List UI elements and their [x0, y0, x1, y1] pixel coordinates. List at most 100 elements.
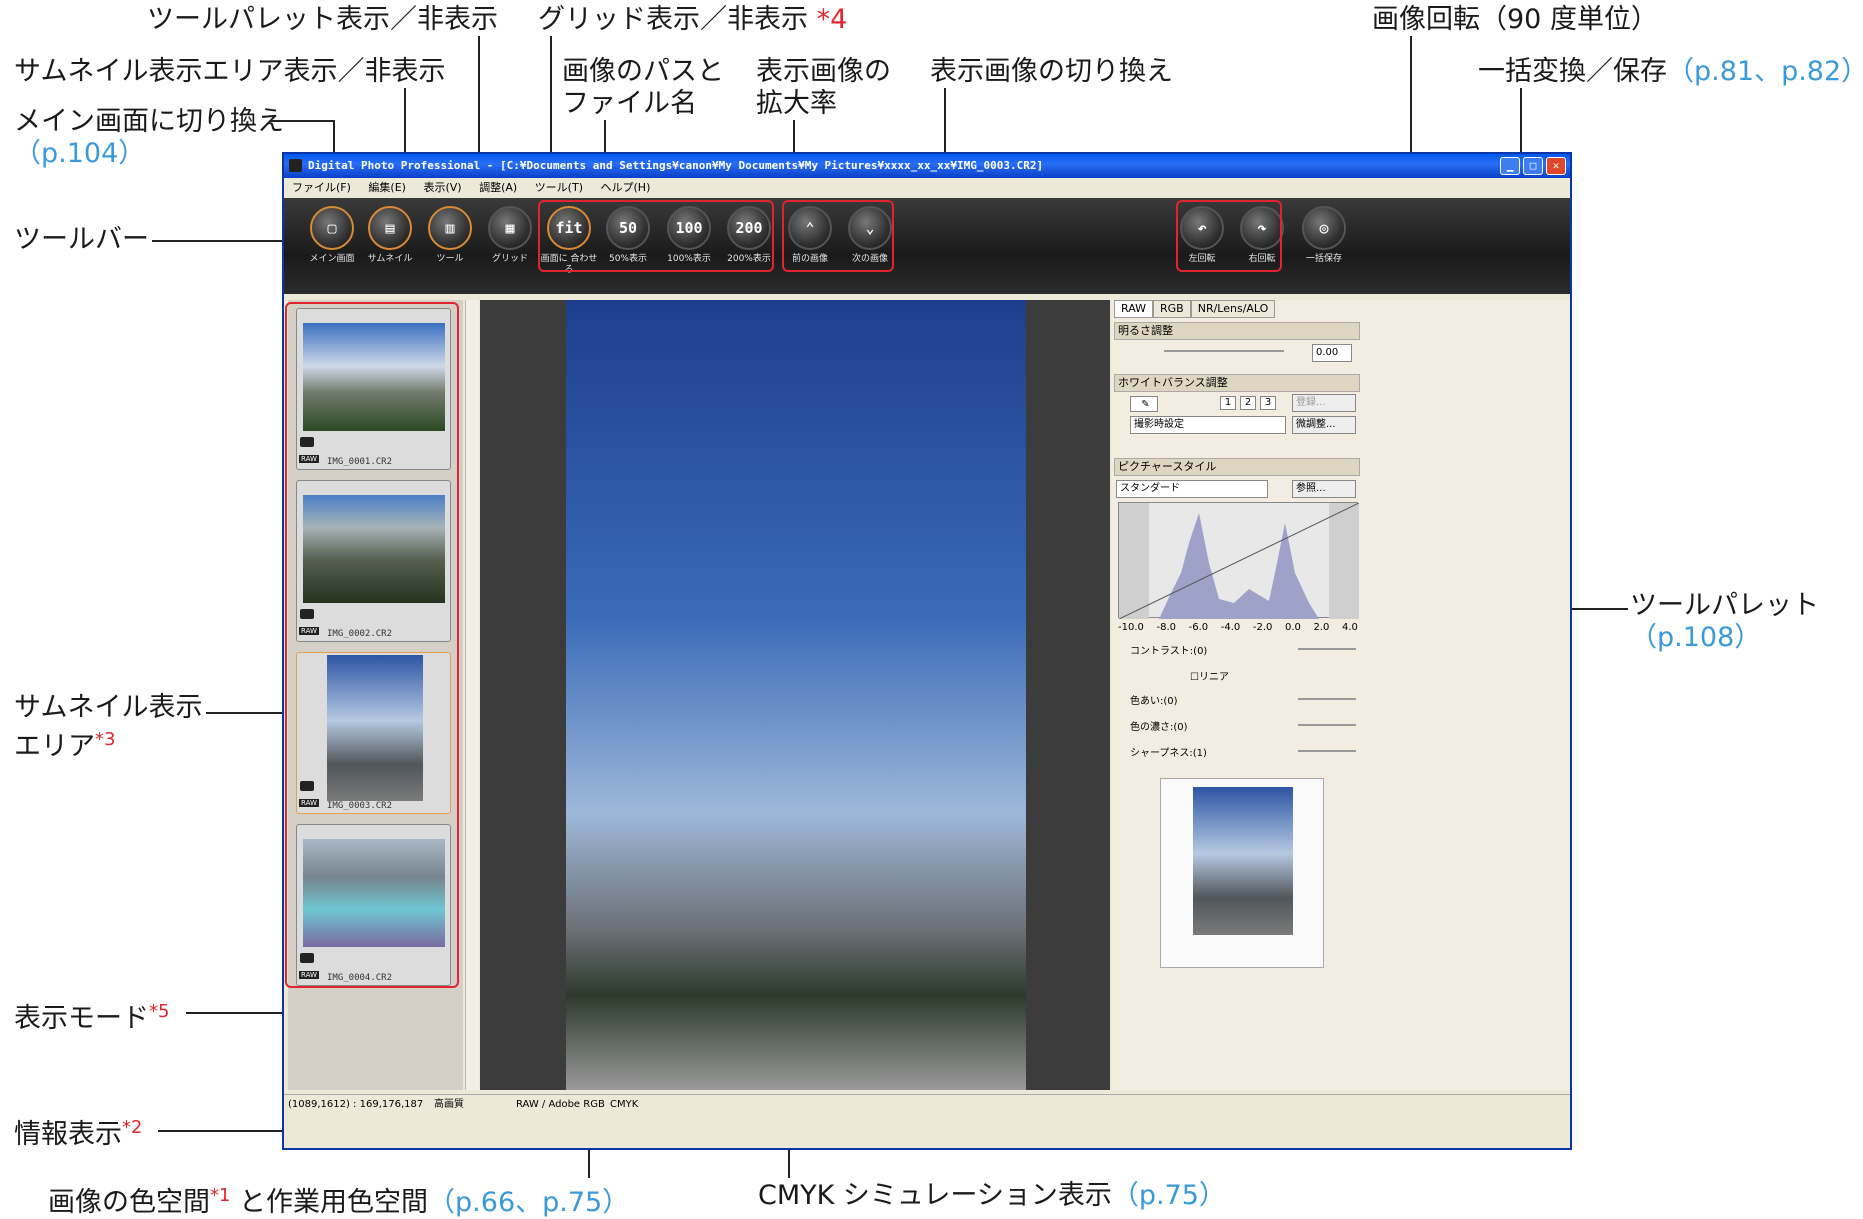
- annot-display-mode: 表示モード*5: [14, 1001, 170, 1034]
- display-mode-mark: *5: [149, 1001, 170, 1022]
- histogram[interactable]: [1118, 502, 1360, 620]
- picture-style-browse-button[interactable]: 参照...: [1292, 480, 1356, 498]
- annot-tool-palette: ツールパレット （p.108）: [1630, 590, 1819, 654]
- wb-header[interactable]: ホワイトバランス調整: [1114, 374, 1360, 392]
- picture-style-header[interactable]: ピクチャースタイル: [1114, 458, 1360, 476]
- brightness-header[interactable]: 明るさ調整: [1114, 322, 1360, 340]
- leader-line: [206, 712, 286, 714]
- wb-slot-1[interactable]: 1: [1220, 396, 1236, 410]
- thumbnail-area-highlight: [285, 302, 459, 988]
- rotate-group-highlight: [1176, 200, 1282, 272]
- app-window: Digital Photo Professional - [C:¥Documen…: [282, 152, 1572, 1150]
- annot-grid-toggle: グリッド表示／非表示 *4: [538, 4, 848, 35]
- minimize-icon[interactable]: ▁: [1500, 157, 1520, 175]
- wb-slot-3[interactable]: 3: [1260, 396, 1276, 410]
- annot-main-switch: メイン画面に切り換え （p.104）: [14, 106, 284, 170]
- thumbnail-area: RAW IMG_0001.CR2 RAW IMG_0002.CR2 RAW IM…: [285, 300, 463, 1090]
- menu-edit[interactable]: 編集(E): [368, 181, 406, 194]
- annot-toolpalette-toggle: ツールパレット表示／非表示: [147, 4, 498, 35]
- palette-tabs: RAW RGB NR/Lens/ALO: [1114, 300, 1276, 318]
- annot-switch-image: 表示画像の切り換え: [930, 56, 1173, 87]
- leader-line: [152, 240, 282, 242]
- grid-icon: ▦: [488, 206, 532, 250]
- tool-palette: RAW RGB NR/Lens/ALO 明るさ調整 0.00 ホワイトバランス調整 …: [1112, 300, 1570, 1090]
- tool-icon: ▥: [428, 206, 472, 250]
- main-window-icon: ▢: [310, 206, 354, 250]
- menu-adjust[interactable]: 調整(A): [479, 181, 517, 194]
- eyedropper-icon[interactable]: ✎: [1130, 396, 1158, 412]
- close-icon[interactable]: ✕: [1546, 157, 1566, 175]
- quality-mode: 高画質: [434, 1099, 464, 1110]
- wb-fine-button[interactable]: 微調整...: [1292, 416, 1356, 434]
- thumbnail-scrollbar[interactable]: [465, 300, 479, 1090]
- sharpness-slider[interactable]: [1298, 750, 1356, 752]
- image-view: [480, 300, 1110, 1090]
- histogram-graph: [1118, 502, 1360, 620]
- sharpness-label: シャープネス:(1): [1130, 748, 1207, 759]
- brightness-value-field[interactable]: 0.00: [1312, 344, 1352, 362]
- tab-nr-lens-alo[interactable]: NR/Lens/ALO: [1190, 300, 1276, 318]
- annot-cmyk: CMYK シミュレーション表示（p.75）: [758, 1180, 1226, 1211]
- info-display-mark: *2: [122, 1117, 143, 1138]
- menu-file[interactable]: ファイル(F): [292, 181, 351, 194]
- colorspace-ref-link[interactable]: （p.66、p.75）: [428, 1187, 629, 1218]
- annot-zoom: 表示画像の 拡大率: [756, 56, 891, 119]
- annot-colorspace: 画像の色空間*1 と作業用色空間（p.66、p.75）: [48, 1185, 630, 1218]
- saturation-slider[interactable]: [1298, 724, 1356, 726]
- annot-image-path: 画像のパスと ファイル名: [562, 56, 724, 119]
- menu-tools[interactable]: ツール(T): [535, 181, 583, 194]
- grid-toggle-mark: *4: [816, 4, 848, 35]
- toolbar: ▢ メイン画面 ▤ サムネイル ▥ ツール ▦ グリッド fit 画面に 合わせる 50 5…: [284, 198, 1570, 294]
- title-bar[interactable]: Digital Photo Professional - [C:¥Documen…: [284, 154, 1570, 178]
- grid-toggle-button[interactable]: ▦ グリッド: [480, 206, 540, 265]
- menu-view[interactable]: 表示(V): [423, 181, 461, 194]
- annot-rotate: 画像回転（90 度単位）: [1372, 4, 1658, 35]
- hue-slider[interactable]: [1298, 698, 1356, 700]
- navigator-image: [1193, 787, 1293, 935]
- batch-save-icon: ◎: [1302, 206, 1346, 250]
- maximize-icon[interactable]: □: [1523, 157, 1543, 175]
- menu-help[interactable]: ヘルプ(H): [601, 181, 651, 194]
- tool-toggle-button[interactable]: ▥ ツール: [420, 206, 480, 265]
- histogram-axis: -10.0 -8.0 -6.0 -4.0 -2.0 0.0 2.0 4.0: [1118, 622, 1358, 633]
- batch-save-button[interactable]: ◎ 一括保存: [1294, 206, 1354, 265]
- app-icon: [289, 159, 302, 172]
- thumbnail-toggle-button[interactable]: ▤ サムネイル: [360, 206, 420, 265]
- zoom-group-highlight: [538, 200, 774, 272]
- status-bar: (1089,1612) : 169,176,187 高画質 RAW / Adob…: [284, 1094, 1570, 1116]
- batch-ref-link[interactable]: （p.81、p.82）: [1667, 56, 1863, 87]
- pixel-info: (1089,1612) : 169,176,187: [288, 1099, 424, 1110]
- wb-select[interactable]: 撮影時設定: [1130, 416, 1286, 434]
- picture-style-select[interactable]: スタンダード: [1116, 480, 1268, 498]
- tab-raw[interactable]: RAW: [1114, 300, 1153, 318]
- saturation-label: 色の濃さ:(0): [1130, 722, 1188, 733]
- tab-rgb[interactable]: RGB: [1153, 300, 1191, 318]
- contrast-slider[interactable]: [1298, 648, 1356, 650]
- annot-toolbar: ツールバー: [14, 224, 149, 255]
- cmyk-indicator: CMYK: [610, 1099, 639, 1110]
- main-switch-ref-link[interactable]: （p.104）: [14, 138, 284, 170]
- annot-thumb-area-toggle: サムネイル表示エリア表示／非表示: [14, 56, 446, 87]
- linear-checkbox[interactable]: ☐リニア: [1190, 668, 1229, 683]
- leader-line: [270, 120, 334, 122]
- hue-label: 色あい:(0): [1130, 696, 1178, 707]
- cmyk-ref-link[interactable]: （p.75）: [1112, 1180, 1226, 1211]
- menu-bar: ファイル(F) 編集(E) 表示(V) 調整(A) ツール(T) ヘルプ(H): [284, 178, 1570, 198]
- annot-batch: 一括変換／保存（p.81、p.82）: [1478, 56, 1863, 88]
- wb-register-button[interactable]: 登録...: [1292, 394, 1356, 412]
- leader-line: [158, 1130, 288, 1132]
- contrast-label: コントラスト:(0): [1130, 646, 1208, 657]
- navigator-preview: [1160, 778, 1324, 968]
- leader-line: [1566, 608, 1628, 610]
- annot-thumb-area: サムネイル表示 エリア*3: [14, 692, 203, 762]
- tool-palette-ref-link[interactable]: （p.108）: [1630, 622, 1819, 654]
- main-photo: [566, 300, 1026, 1090]
- thumbnail-icon: ▤: [368, 206, 412, 250]
- main-window-button[interactable]: ▢ メイン画面: [302, 206, 362, 265]
- window-title: Digital Photo Professional - [C:¥Documen…: [308, 159, 1044, 172]
- annot-info-display: 情報表示*2: [14, 1117, 143, 1150]
- wb-slot-2[interactable]: 2: [1240, 396, 1256, 410]
- colorspace-mark: *1: [210, 1185, 231, 1206]
- brightness-slider[interactable]: [1164, 350, 1284, 352]
- nav-group-highlight: [782, 200, 894, 272]
